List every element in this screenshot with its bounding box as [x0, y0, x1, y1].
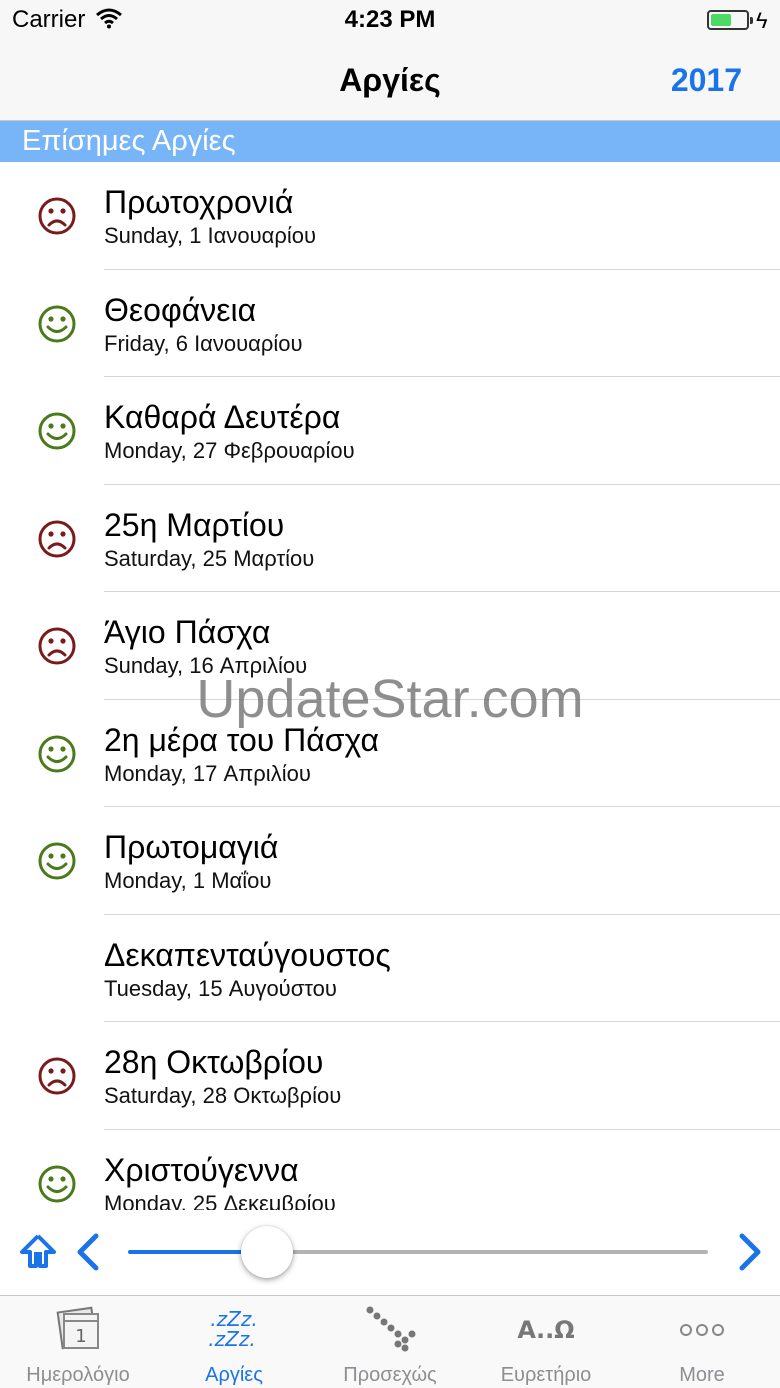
tab-index[interactable]: Α..Ω Ευρετήριο: [468, 1296, 624, 1388]
holiday-row[interactable]: 25η Μαρτίου Saturday, 25 Μαρτίου: [0, 485, 780, 592]
holiday-date: Saturday, 25 Μαρτίου: [104, 545, 315, 571]
status-time: 4:23 PM: [344, 6, 436, 33]
holiday-date: Monday, 17 Απριλίου: [104, 760, 311, 786]
holiday-row[interactable]: Δεκαπενταύγουστος Tuesday, 15 Αυγούστου: [0, 915, 780, 1022]
dots-diagonal-icon: [366, 1306, 416, 1352]
section-header: Επίσημες Αργίες: [0, 121, 780, 162]
svg-text:.zZz.: .zZz.: [208, 1327, 255, 1351]
status-bar: Carrier 4:23 PM ϟ: [0, 0, 780, 40]
holiday-row[interactable]: Άγιο Πάσχα Sunday, 16 Απριλίου: [0, 592, 780, 700]
holiday-name: Χριστούγεννα: [104, 1151, 299, 1188]
page-title: Αργίες: [339, 62, 441, 98]
charging-icon: ϟ: [756, 8, 768, 33]
holiday-row[interactable]: Πρωτοχρονιά Sunday, 1 Ιανουαρίου: [0, 162, 780, 270]
sad-face-icon: [38, 627, 76, 665]
zzz-icon: .zZz. .zZz.: [208, 1307, 257, 1351]
tab-upcoming[interactable]: Προσεχώς: [312, 1296, 468, 1388]
battery-icon: [707, 10, 753, 30]
holiday-date: Monday, 25 Δεκεμβρίου: [104, 1190, 336, 1211]
tab-label: Ημερολόγιο: [26, 1364, 130, 1386]
holiday-date: Saturday, 28 Οκτωβρίου: [104, 1083, 342, 1108]
tab-calendar[interactable]: 1 Ημερολόγιο: [0, 1296, 156, 1388]
holiday-date: Monday, 1 Μαΐου: [104, 868, 272, 893]
holiday-date: Sunday, 1 Ιανουαρίου: [104, 223, 317, 248]
sad-face-icon: [38, 520, 76, 557]
happy-face-icon: [38, 842, 76, 880]
year-button[interactable]: 2017: [671, 62, 742, 99]
navigation-bar: Αργίες 2017: [0, 40, 780, 121]
holiday-list[interactable]: Πρωτοχρονιά Sunday, 1 Ιανουαρίου Θεοφάνε…: [0, 162, 780, 1210]
holiday-name: Πρωτοχρονιά: [104, 184, 294, 220]
slider-track[interactable]: [267, 1250, 708, 1254]
svg-text:1: 1: [75, 1326, 86, 1347]
chevron-left-icon[interactable]: [68, 1230, 112, 1274]
tab-label: Αργίες: [205, 1364, 263, 1386]
holiday-date: Sunday, 16 Απριλίου: [104, 653, 308, 678]
holiday-name: Θεοφάνεια: [104, 291, 257, 328]
happy-face-icon: [38, 1165, 76, 1202]
tab-label: More: [679, 1364, 725, 1386]
holiday-row[interactable]: Καθαρά Δευτέρα Monday, 27 Φεβρουαρίου: [0, 377, 780, 485]
calendar-icon: 1: [56, 1306, 99, 1350]
holiday-row[interactable]: 2η μέρα του Πάσχα Monday, 17 Απριλίου: [0, 700, 780, 807]
tab-holidays[interactable]: .zZz. .zZz. Αργίες: [156, 1296, 312, 1388]
chevron-right-icon[interactable]: [728, 1230, 772, 1274]
holiday-row[interactable]: Χριστούγεννα Monday, 25 Δεκεμβρίου: [0, 1130, 780, 1211]
holiday-date: Friday, 6 Ιανουαρίου: [104, 330, 303, 356]
holiday-name: 2η μέρα του Πάσχα: [104, 721, 379, 758]
sad-face-icon: [38, 1057, 76, 1095]
holiday-row[interactable]: Πρωτομαγιά Monday, 1 Μαΐου: [0, 807, 780, 915]
holiday-row[interactable]: 28η Οκτωβρίου Saturday, 28 Οκτωβρίου: [0, 1022, 780, 1130]
tab-label: Ευρετήριο: [500, 1364, 592, 1386]
more-dots-icon: [680, 1324, 724, 1336]
tab-bar: 1 Ημερολόγιο .zZz. .zZz. Αργίες Προσεχώς…: [0, 1295, 780, 1388]
holiday-name: 28η Οκτωβρίου: [104, 1044, 324, 1080]
holiday-row[interactable]: Θεοφάνεια Friday, 6 Ιανουαρίου: [0, 270, 780, 377]
holiday-name: Πρωτομαγιά: [104, 829, 279, 865]
holiday-name: Δεκαπενταύγουστος: [104, 936, 391, 973]
happy-face-icon: [38, 735, 76, 772]
tab-more[interactable]: More: [624, 1296, 780, 1388]
tab-label: Προσεχώς: [343, 1364, 437, 1386]
holiday-date: Monday, 27 Φεβρουαρίου: [104, 438, 355, 463]
slider-thumb[interactable]: [241, 1226, 294, 1278]
svg-text:Α..Ω: Α..Ω: [517, 1316, 574, 1344]
holiday-date: Tuesday, 15 Αυγούστου: [104, 975, 337, 1001]
scroll-top-icon[interactable]: [16, 1230, 60, 1274]
happy-face-icon: [38, 305, 76, 342]
alpha-omega-icon: Α..Ω: [517, 1316, 574, 1344]
holiday-name: 25η Μαρτίου: [104, 506, 285, 543]
holiday-name: Άγιο Πάσχα: [104, 614, 271, 650]
sad-face-icon: [38, 197, 76, 235]
holiday-name: Καθαρά Δευτέρα: [104, 399, 341, 435]
happy-face-icon: [38, 412, 76, 450]
